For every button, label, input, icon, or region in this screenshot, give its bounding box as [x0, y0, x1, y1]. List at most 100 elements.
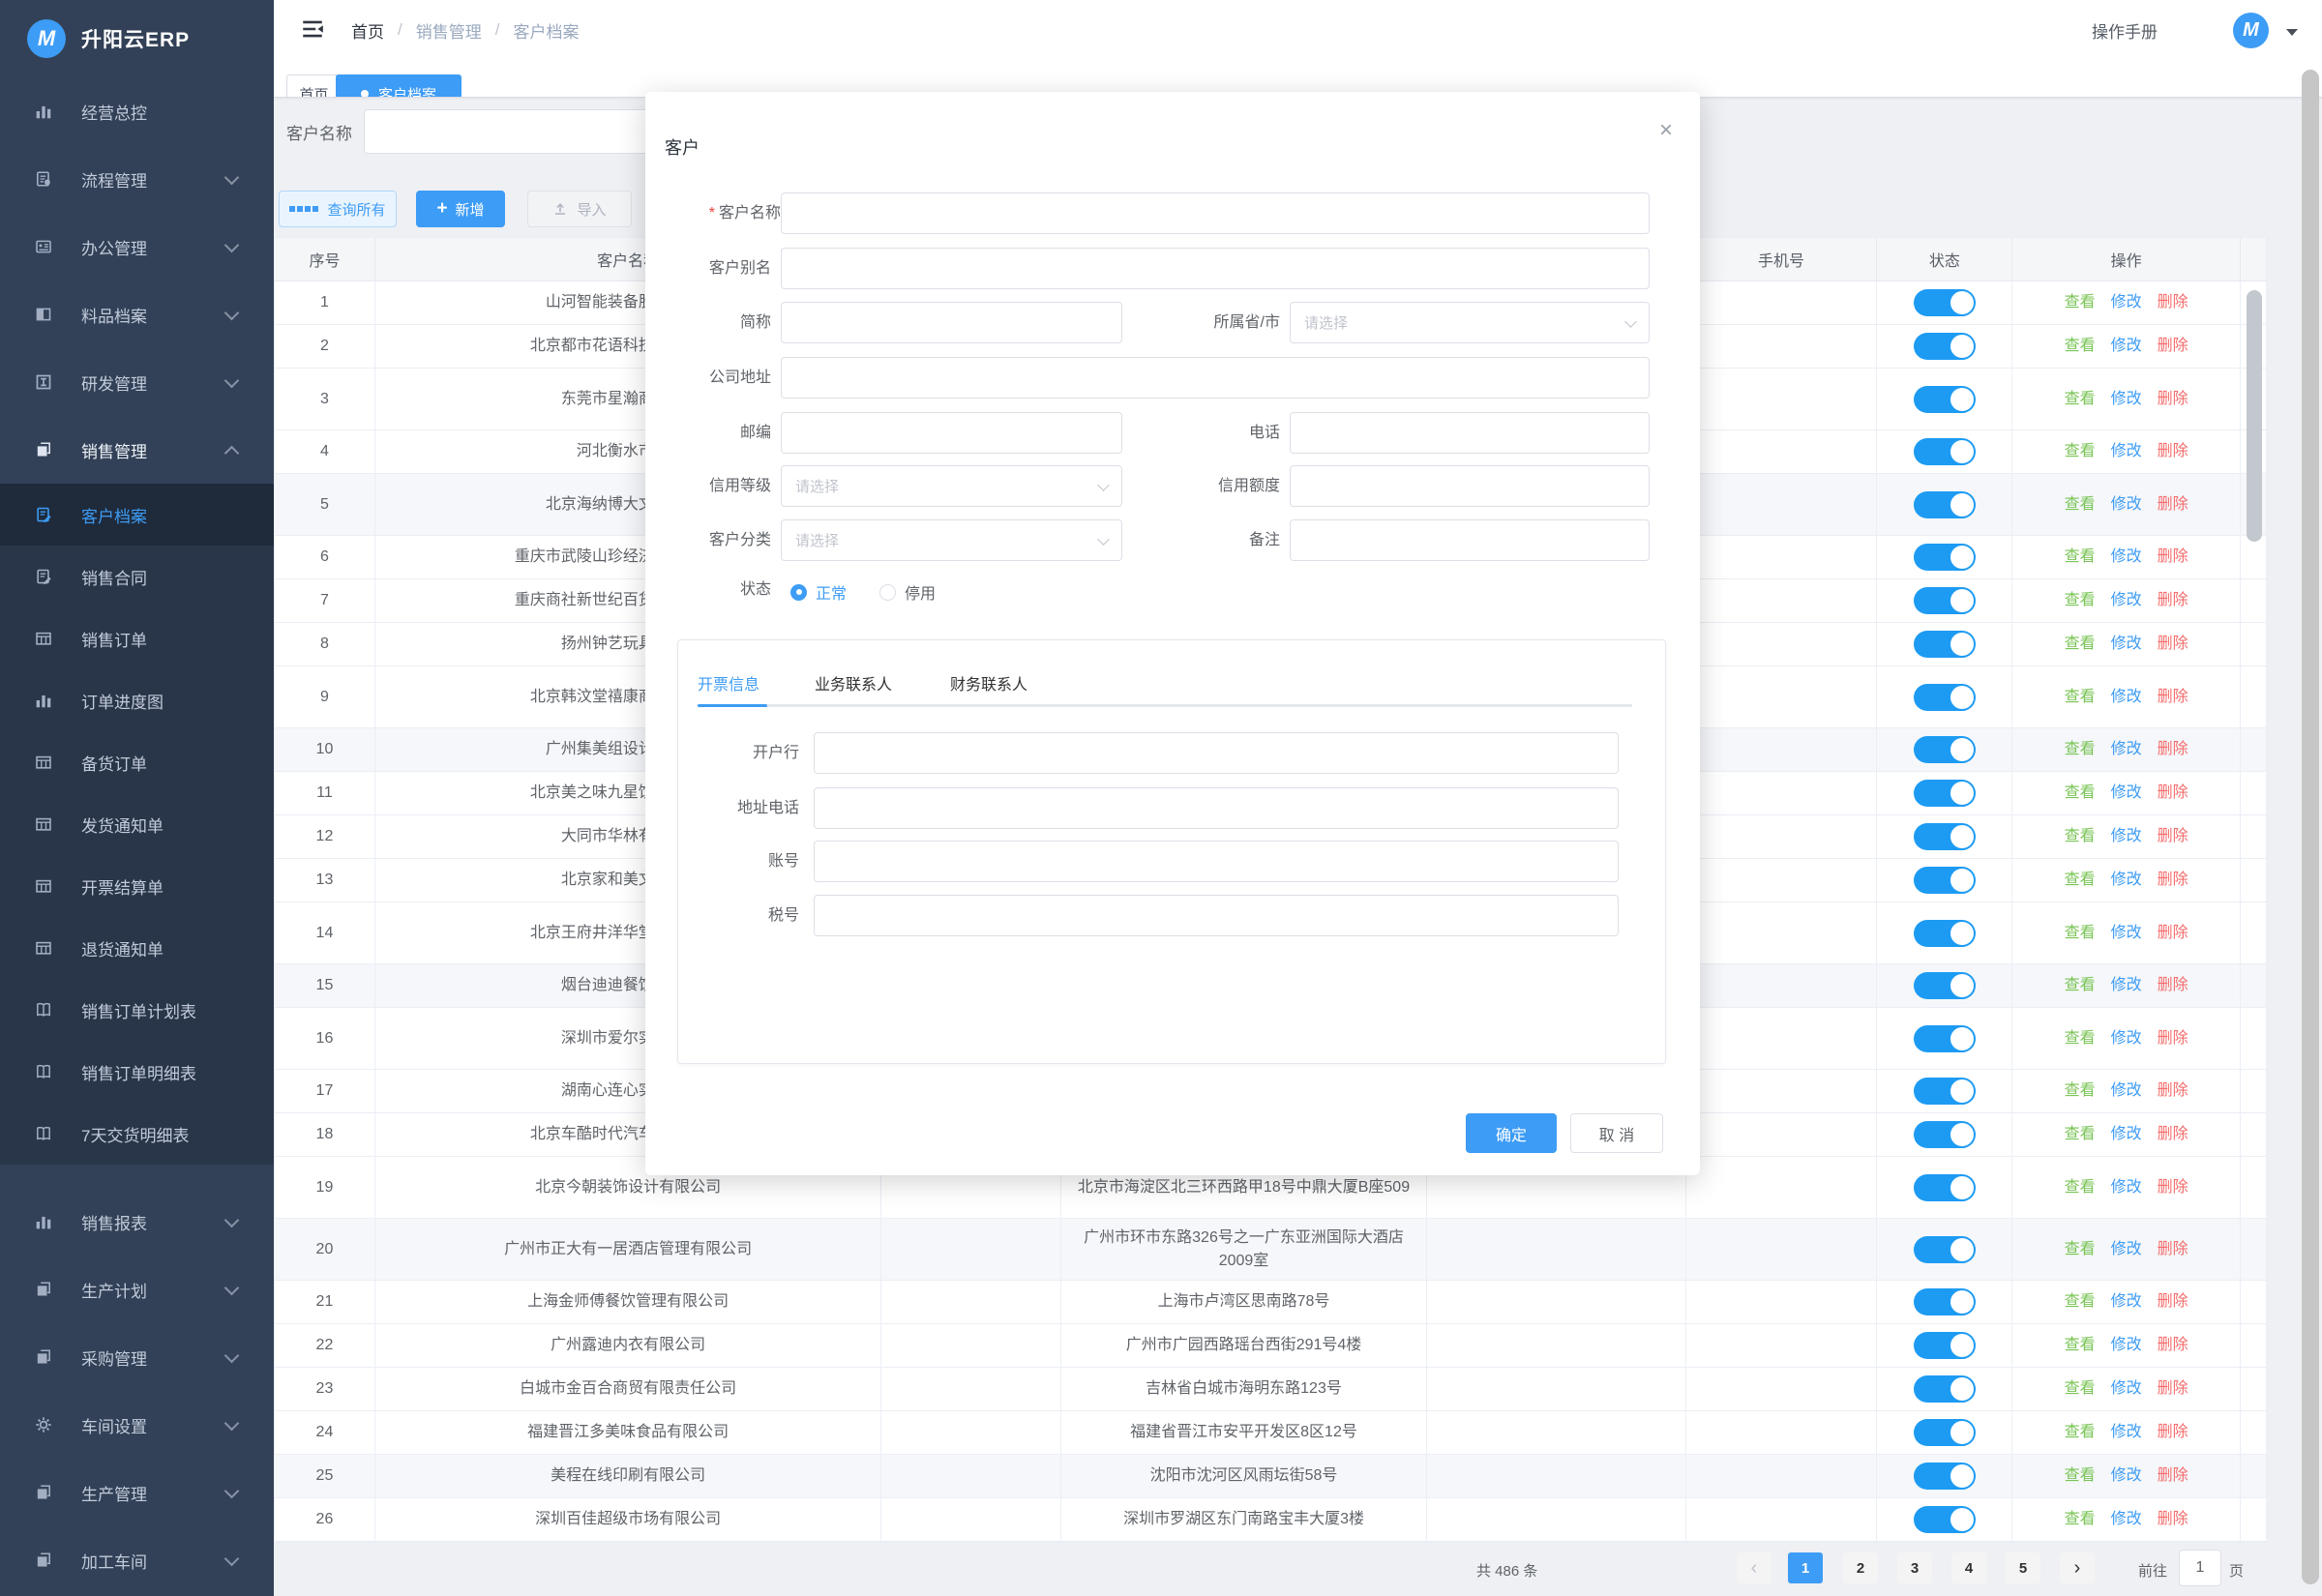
sidebar-item-采购管理[interactable]: 采购管理 [0, 1323, 274, 1391]
sidebar-item-销售订单明细表[interactable]: 销售订单明细表 [0, 1041, 274, 1103]
view-link[interactable]: 查看 [2065, 782, 2096, 804]
status-toggle-on[interactable] [1914, 1078, 1976, 1105]
tab-finance-contact[interactable]: 财务联系人 [950, 671, 1027, 695]
sidebar-item-7天交货明细表[interactable]: 7天交货明细表 [0, 1103, 274, 1165]
edit-link[interactable]: 修改 [2111, 869, 2142, 891]
delete-link[interactable]: 删除 [2158, 1176, 2188, 1198]
edit-link[interactable]: 修改 [2111, 1290, 2142, 1313]
avatar-caret-icon[interactable] [2286, 29, 2298, 36]
view-link[interactable]: 查看 [2065, 335, 2096, 357]
tab-customer-archive[interactable]: 客户档案 [336, 74, 461, 98]
edit-link[interactable]: 修改 [2111, 686, 2142, 708]
sidebar-item-车间设置[interactable]: 车间设置 [0, 1391, 274, 1459]
status-toggle-on[interactable] [1914, 333, 1976, 360]
delete-link[interactable]: 删除 [2158, 738, 2188, 760]
import-button[interactable]: 导入 [527, 191, 632, 227]
query-all-button[interactable]: 查询所有 [279, 191, 397, 227]
page-button-4[interactable]: 4 [1951, 1552, 1986, 1583]
delete-link[interactable]: 删除 [2158, 1421, 2188, 1443]
delete-link[interactable]: 删除 [2158, 1079, 2188, 1102]
status-toggle-on[interactable] [1914, 780, 1976, 807]
delete-link[interactable]: 删除 [2158, 440, 2188, 462]
sidebar-item-销售合同[interactable]: 销售合同 [0, 546, 274, 607]
delete-link[interactable]: 删除 [2158, 1508, 2188, 1530]
sidebar-item-销售报表[interactable]: 销售报表 [0, 1188, 274, 1256]
view-link[interactable]: 查看 [2065, 922, 2096, 944]
view-link[interactable]: 查看 [2065, 1027, 2096, 1049]
view-link[interactable]: 查看 [2065, 633, 2096, 655]
customer-alias-input[interactable] [781, 248, 1650, 289]
edit-link[interactable]: 修改 [2111, 1079, 2142, 1102]
customer-name-input[interactable] [781, 192, 1650, 234]
sidebar-item-开票结算单[interactable]: 开票结算单 [0, 855, 274, 917]
page-button-5[interactable]: 5 [2006, 1552, 2040, 1583]
delete-link[interactable]: 删除 [2158, 1334, 2188, 1356]
delete-link[interactable]: 删除 [2158, 922, 2188, 944]
close-icon[interactable]: × [1659, 119, 1673, 142]
view-link[interactable]: 查看 [2065, 1464, 2096, 1487]
company-address-input[interactable] [781, 357, 1650, 399]
delete-link[interactable]: 删除 [2158, 1290, 2188, 1313]
status-toggle-on[interactable] [1914, 1419, 1976, 1446]
edit-link[interactable]: 修改 [2111, 782, 2142, 804]
view-link[interactable]: 查看 [2065, 546, 2096, 568]
sidebar-item-销售订单计划表[interactable]: 销售订单计划表 [0, 979, 274, 1041]
view-link[interactable]: 查看 [2065, 440, 2096, 462]
view-link[interactable]: 查看 [2065, 825, 2096, 847]
remark-input[interactable] [1290, 519, 1650, 561]
view-link[interactable]: 查看 [2065, 869, 2096, 891]
status-toggle-on[interactable] [1914, 491, 1976, 518]
sidebar-item-生产管理[interactable]: 生产管理 [0, 1459, 274, 1526]
delete-link[interactable]: 删除 [2158, 493, 2188, 516]
edit-link[interactable]: 修改 [2111, 633, 2142, 655]
delete-link[interactable]: 删除 [2158, 869, 2188, 891]
page-button-1[interactable]: 1 [1788, 1552, 1823, 1583]
edit-link[interactable]: 修改 [2111, 974, 2142, 996]
delete-link[interactable]: 删除 [2158, 546, 2188, 568]
next-page-button[interactable]: › [2060, 1552, 2095, 1583]
sidebar-item-客户档案[interactable]: 客户档案 [0, 484, 274, 546]
view-link[interactable]: 查看 [2065, 589, 2096, 611]
edit-link[interactable]: 修改 [2111, 546, 2142, 568]
add-button[interactable]: + 新增 [416, 191, 505, 227]
status-toggle-on[interactable] [1914, 684, 1976, 711]
customer-type-select[interactable]: 请选择 [781, 519, 1122, 561]
breadcrumb-home[interactable]: 首页 [351, 18, 384, 43]
sidebar-item-发货通知单[interactable]: 发货通知单 [0, 793, 274, 855]
bank-address-input[interactable] [814, 787, 1619, 829]
delete-link[interactable]: 删除 [2158, 1464, 2188, 1487]
delete-link[interactable]: 删除 [2158, 782, 2188, 804]
view-link[interactable]: 查看 [2065, 1079, 2096, 1102]
sidebar-item-流程管理[interactable]: 流程管理 [0, 145, 274, 213]
delete-link[interactable]: 删除 [2158, 1123, 2188, 1145]
status-toggle-on[interactable] [1914, 1121, 1976, 1148]
sidebar-item-订单进度图[interactable]: 订单进度图 [0, 669, 274, 731]
province-select[interactable]: 请选择 [1290, 302, 1650, 343]
view-link[interactable]: 查看 [2065, 1377, 2096, 1400]
delete-link[interactable]: 删除 [2158, 1027, 2188, 1049]
sidebar-item-销售订单[interactable]: 销售订单 [0, 607, 274, 669]
status-toggle-on[interactable] [1914, 587, 1976, 614]
cancel-button[interactable]: 取 消 [1570, 1113, 1663, 1153]
status-toggle-on[interactable] [1914, 1236, 1976, 1263]
manual-link[interactable]: 操作手册 [2092, 0, 2158, 60]
sidebar-item-经营总控[interactable]: 经营总控 [0, 77, 274, 145]
view-link[interactable]: 查看 [2065, 974, 2096, 996]
status-toggle-on[interactable] [1914, 1288, 1976, 1315]
sidebar-item-退货通知单[interactable]: 退货通知单 [0, 917, 274, 979]
edit-link[interactable]: 修改 [2111, 1176, 2142, 1198]
status-toggle-on[interactable] [1914, 544, 1976, 571]
sidebar-item-销售管理[interactable]: 销售管理 [0, 416, 274, 484]
sidebar-item-生产计划[interactable]: 生产计划 [0, 1256, 274, 1323]
account-input[interactable] [814, 841, 1619, 882]
page-button-3[interactable]: 3 [1897, 1552, 1932, 1583]
view-link[interactable]: 查看 [2065, 1334, 2096, 1356]
status-toggle-on[interactable] [1914, 438, 1976, 465]
status-toggle-on[interactable] [1914, 972, 1976, 999]
edit-link[interactable]: 修改 [2111, 1334, 2142, 1356]
prev-page-button[interactable]: ‹ [1737, 1552, 1771, 1583]
delete-link[interactable]: 删除 [2158, 974, 2188, 996]
status-toggle-on[interactable] [1914, 736, 1976, 763]
delete-link[interactable]: 删除 [2158, 589, 2188, 611]
sidebar-item-料品档案[interactable]: 料品档案 [0, 281, 274, 348]
